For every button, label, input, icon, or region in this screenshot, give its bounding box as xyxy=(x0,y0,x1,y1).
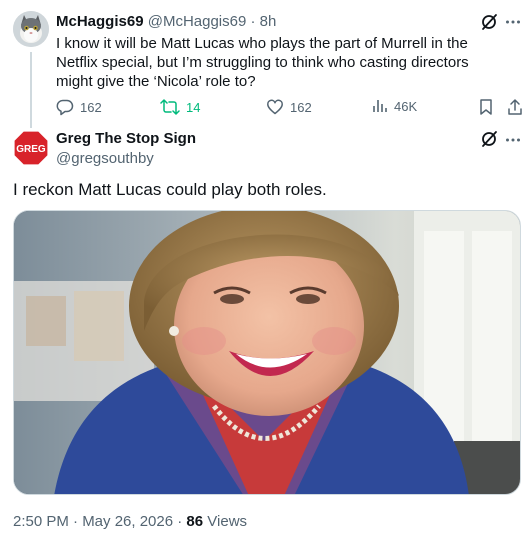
reply-tweet[interactable]: McHaggis69 @McHaggis69 · 8h I know it wi… xyxy=(0,0,532,128)
bookmark-button[interactable] xyxy=(478,98,494,116)
tweet-photo[interactable] xyxy=(13,210,521,495)
reply-button[interactable]: 162 xyxy=(56,98,102,116)
handle[interactable]: @McHaggis69 xyxy=(148,13,247,30)
like-button[interactable]: 162 xyxy=(266,98,312,116)
avatar[interactable] xyxy=(13,11,49,47)
reply-header: McHaggis69 @McHaggis69 · 8h xyxy=(56,12,276,32)
handle[interactable]: @gregsouthby xyxy=(56,149,154,169)
share-button[interactable] xyxy=(506,98,524,116)
like-icon xyxy=(267,99,283,115)
photo-image xyxy=(14,211,520,494)
repost-icon xyxy=(160,99,180,115)
timestamp-text: 2:50 PM · May 26, 2026 · xyxy=(13,513,183,530)
stop-sign-avatar-icon: GREG xyxy=(13,130,49,166)
views-icon xyxy=(373,100,387,112)
thread-connector-line xyxy=(30,52,32,128)
display-name[interactable]: Greg The Stop Sign xyxy=(56,129,196,149)
more-button[interactable] xyxy=(505,133,521,147)
repost-count: 14 xyxy=(186,99,201,115)
like-count: 162 xyxy=(290,99,312,115)
cat-avatar-icon xyxy=(13,11,49,47)
reply-icon xyxy=(56,99,74,116)
bookmark-icon xyxy=(480,99,492,115)
reply-actions-bar: 162 14 162 46K xyxy=(56,98,526,118)
repost-button[interactable]: 14 xyxy=(160,98,200,116)
views-label: Views xyxy=(207,513,248,530)
views-count: 46K xyxy=(394,98,418,114)
more-button[interactable] xyxy=(505,15,521,29)
relative-time[interactable]: 8h xyxy=(260,13,277,30)
grok-icon xyxy=(482,14,497,30)
reply-count: 162 xyxy=(80,99,102,115)
views-button[interactable]: 46K xyxy=(372,98,417,114)
separator: · xyxy=(250,13,256,30)
more-icon xyxy=(506,138,520,142)
avatar-text: GREG xyxy=(16,144,46,155)
grok-button[interactable] xyxy=(480,130,498,148)
more-icon xyxy=(506,20,520,24)
tweet-timestamp[interactable]: 2:50 PM · May 26, 2026 · 86 Views xyxy=(13,512,247,532)
share-icon xyxy=(508,99,522,115)
reply-text: I know it will be Matt Lucas who plays t… xyxy=(56,35,469,90)
grok-button[interactable] xyxy=(480,13,498,31)
views-count: 86 xyxy=(186,513,204,530)
grok-icon xyxy=(482,131,497,147)
avatar[interactable]: GREG xyxy=(13,130,49,166)
display-name[interactable]: McHaggis69 xyxy=(56,13,144,30)
tweet-text: I reckon Matt Lucas could play both role… xyxy=(13,180,327,199)
